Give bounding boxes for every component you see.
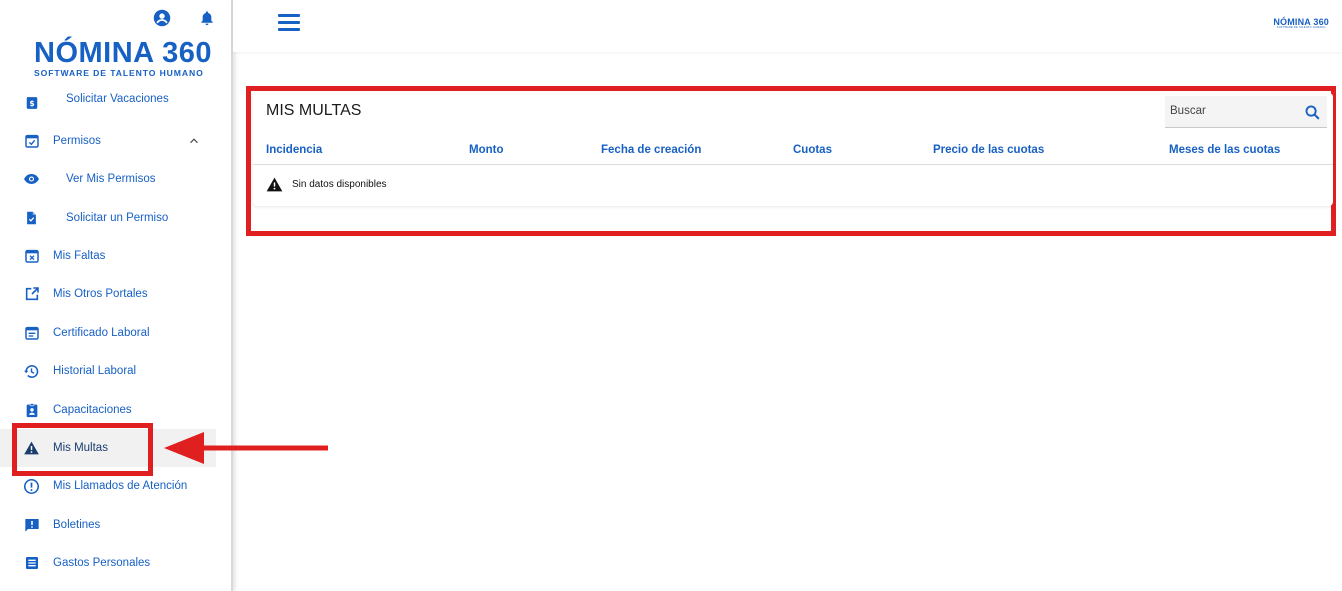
alert-circle-icon — [23, 478, 40, 495]
sidebar-item-mis-faltas[interactable]: Mis Faltas — [0, 237, 216, 275]
sidebar-item-label: Solicitar Vacaciones — [66, 93, 169, 105]
column-header-monto[interactable]: Monto — [469, 144, 503, 156]
highlight-box-sidebar — [12, 423, 153, 476]
table-header: Incidencia Monto Fecha de creación Cuota… — [253, 137, 1333, 165]
sidebar-item-gastos-personales[interactable]: Gastos Personales — [0, 544, 216, 582]
sidebar-item-mis-otros-portales[interactable]: Mis Otros Portales — [0, 275, 216, 313]
history-icon — [23, 363, 40, 380]
column-header-meses-cuotas[interactable]: Meses de las cuotas — [1169, 144, 1280, 156]
sidebar-item-label: Permisos — [53, 135, 101, 147]
bell-icon[interactable] — [199, 9, 217, 27]
brand-logo: NÓMINA 360 SOFTWARE DE TALENTO HUMANO — [34, 38, 212, 78]
sidebar-item-solicitar-vacaciones[interactable]: $ Solicitar Vacaciones — [0, 83, 216, 119]
svg-text:$: $ — [29, 98, 34, 107]
sidebar-item-boletines[interactable]: Boletines — [0, 506, 216, 544]
sidebar: NÓMINA 360 SOFTWARE DE TALENTO HUMANO $ … — [0, 0, 233, 591]
sidebar-item-label: Solicitar un Permiso — [66, 212, 169, 224]
top-bar: NÓMINA 360 SOFTWARE DE TALENTO HUMANO — [233, 0, 1342, 52]
column-header-fecha[interactable]: Fecha de creación — [601, 144, 701, 156]
list-box-icon — [23, 555, 40, 572]
warning-icon — [266, 177, 283, 192]
calendar-lines-icon — [23, 325, 40, 342]
money-card-icon: $ — [23, 94, 40, 111]
sidebar-item-ver-mis-permisos[interactable]: Ver Mis Permisos — [0, 160, 216, 198]
sidebar-item-label: Boletines — [53, 519, 101, 531]
sidebar-item-label: Gastos Personales — [53, 557, 151, 569]
clipboard-user-icon — [23, 402, 40, 419]
search-input[interactable] — [1170, 105, 1290, 117]
top-logo: NÓMINA 360 SOFTWARE DE TALENTO HUMANO — [1273, 17, 1329, 29]
sidebar-item-certificado-laboral[interactable]: Certificado Laboral — [0, 314, 216, 352]
hamburger-menu-icon[interactable] — [278, 14, 300, 32]
account-circle-icon[interactable] — [153, 9, 171, 27]
sidebar-item-solicitar-permiso[interactable]: Solicitar un Permiso — [0, 199, 216, 237]
brand-name: NÓMINA 360 — [34, 37, 212, 69]
sidebar-top-icons — [153, 9, 217, 27]
sidebar-item-label: Mis Faltas — [53, 250, 106, 262]
column-header-incidencia[interactable]: Incidencia — [266, 144, 322, 156]
sidebar-item-label: Capacitaciones — [53, 404, 132, 416]
eye-icon — [23, 171, 40, 188]
empty-state-text: Sin datos disponibles — [292, 179, 387, 190]
sidebar-item-historial-laboral[interactable]: Historial Laboral — [0, 352, 216, 390]
sidebar-item-permisos[interactable]: Permisos — [0, 122, 216, 160]
external-link-icon — [23, 286, 40, 303]
top-logo-tagline: SOFTWARE DE TALENTO HUMANO — [1276, 26, 1326, 29]
search-field[interactable] — [1165, 96, 1327, 128]
search-icon[interactable] — [1304, 104, 1321, 121]
column-header-cuotas[interactable]: Cuotas — [793, 144, 832, 156]
message-alert-icon — [23, 517, 40, 534]
file-check-icon — [23, 210, 40, 227]
sidebar-item-label: Certificado Laboral — [53, 327, 150, 339]
sidebar-item-label: Historial Laboral — [53, 365, 137, 377]
sidebar-item-label: Ver Mis Permisos — [66, 173, 156, 185]
empty-table-row: Sin datos disponibles — [266, 177, 387, 192]
sidebar-item-label: Mis Llamados de Atención — [53, 480, 188, 492]
chevron-up-icon[interactable] — [187, 134, 201, 148]
calendar-x-icon — [23, 248, 40, 265]
brand-tagline: SOFTWARE DE TALENTO HUMANO — [34, 68, 204, 78]
page-title: MIS MULTAS — [266, 102, 362, 119]
sidebar-item-label: Mis Otros Portales — [53, 288, 148, 300]
calendar-check-icon — [23, 133, 40, 150]
red-arrow-icon — [164, 432, 328, 464]
column-header-precio-cuotas[interactable]: Precio de las cuotas — [933, 144, 1044, 156]
mis-multas-card: MIS MULTAS Incidencia Monto Fecha de cre… — [253, 93, 1333, 206]
